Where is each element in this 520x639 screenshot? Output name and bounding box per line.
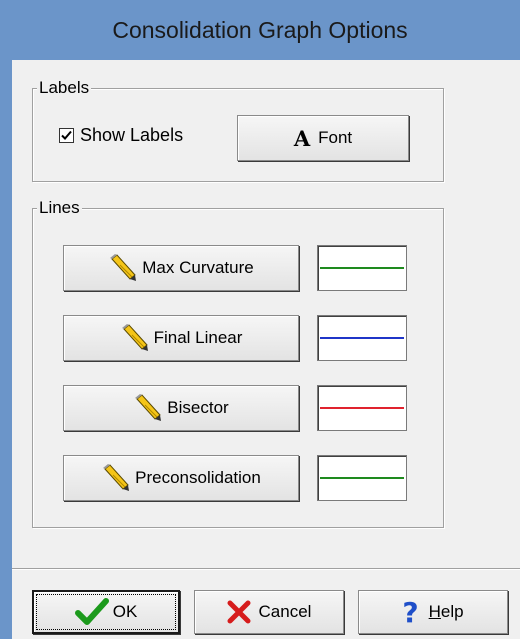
labels-group-title: Labels <box>37 78 92 98</box>
labels-groupbox: Labels Show Labels A Font <box>32 78 444 182</box>
ok-label: OK <box>112 602 138 621</box>
checkmark-icon <box>61 130 72 140</box>
max-curvature-line-sample <box>320 267 404 269</box>
dialog-window: Consolidation Graph Options Labels Show … <box>0 0 520 639</box>
preconsolidation-line-sample <box>320 477 404 479</box>
help-mnemonic: H <box>428 602 441 621</box>
pencil-icon <box>121 324 148 351</box>
check-icon <box>74 598 109 625</box>
final-linear-line-sample <box>320 337 404 339</box>
show-labels-label: Show Labels <box>80 125 184 145</box>
help-button[interactable]: ? Help <box>358 590 508 634</box>
checkbox-box[interactable] <box>59 128 74 143</box>
max-curvature-button[interactable]: Max Curvature <box>63 245 299 291</box>
ok-button[interactable]: OK <box>32 590 180 634</box>
cancel-button[interactable]: Cancel <box>194 590 344 634</box>
help-label-rest: elp <box>440 602 464 621</box>
max-curvature-color-swatch[interactable] <box>317 245 407 291</box>
font-button[interactable]: A Font <box>237 115 409 161</box>
bisector-label: Bisector <box>167 398 229 417</box>
final-linear-color-swatch[interactable] <box>317 315 407 361</box>
window-title: Consolidation Graph Options <box>112 16 408 43</box>
lines-group-title: Lines <box>37 198 82 218</box>
preconsolidation-label: Preconsolidation <box>135 468 261 487</box>
bisector-button[interactable]: Bisector <box>63 385 299 431</box>
lines-groupbox: Lines Max Curvature Final Linear Bisecto… <box>32 198 444 528</box>
x-icon <box>227 600 251 624</box>
final-linear-label: Final Linear <box>153 328 243 347</box>
font-A-icon: A <box>293 125 311 151</box>
pencil-icon <box>110 254 137 281</box>
pencil-icon <box>103 464 130 491</box>
pencil-icon <box>135 394 162 421</box>
help-label: Help <box>429 602 464 622</box>
dialog-client-area: Labels Show Labels A Font Lines Max Curv… <box>12 60 520 639</box>
max-curvature-label: Max Curvature <box>142 258 254 277</box>
font-button-label: Font <box>318 128 353 147</box>
bisector-color-swatch[interactable] <box>317 385 407 431</box>
show-labels-checkbox[interactable]: Show Labels <box>59 125 183 146</box>
preconsolidation-button[interactable]: Preconsolidation <box>63 455 299 501</box>
footer-separator <box>12 568 520 570</box>
preconsolidation-color-swatch[interactable] <box>317 455 407 501</box>
question-icon: ? <box>402 595 419 629</box>
cancel-label: Cancel <box>258 602 312 621</box>
bisector-line-sample <box>320 407 404 409</box>
final-linear-button[interactable]: Final Linear <box>63 315 299 361</box>
